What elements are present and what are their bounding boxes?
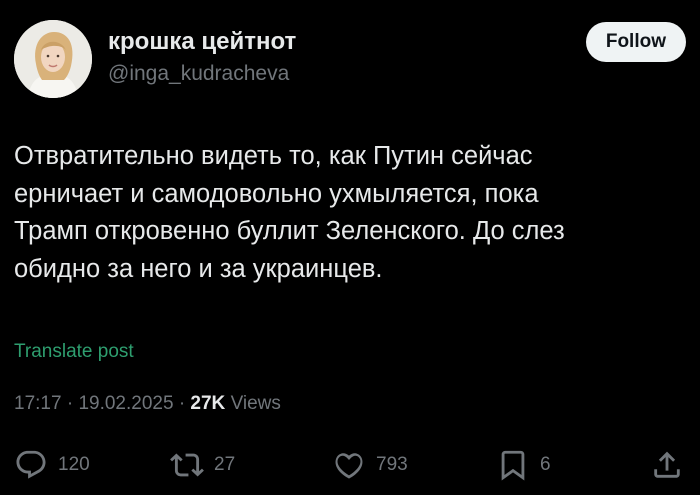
share-button[interactable] [650, 447, 684, 483]
bookmark-icon [496, 448, 530, 482]
translate-post-link[interactable]: Translate post [14, 341, 134, 363]
tweet-header: крошка цейтнот @inga_kudracheva Follow [14, 18, 686, 100]
tweet-text: Отвратительно видеть то, как Путин сейча… [14, 138, 686, 288]
reply-button[interactable]: 120 [14, 447, 90, 483]
separator: · [178, 393, 186, 414]
share-icon [650, 448, 684, 482]
like-count: 793 [376, 454, 408, 475]
bookmark-button[interactable]: 6 [496, 447, 551, 483]
separator: · [66, 393, 74, 414]
repost-button[interactable]: 27 [170, 447, 235, 483]
reply-icon [14, 448, 48, 482]
views-label: Views [230, 393, 281, 414]
like-button[interactable]: 793 [332, 447, 408, 483]
tweet-text-line: Трамп откровенно буллит Зеленского. До с… [14, 217, 565, 245]
post-time[interactable]: 17:17 [14, 393, 62, 414]
profile-photo-icon [14, 20, 92, 98]
tweet-text-line: Отвратительно видеть то, как Путин сейча… [14, 142, 533, 170]
tweet-meta: 17:17 · 19.02.2025 · 27K Views [14, 393, 281, 415]
heart-icon [332, 448, 366, 482]
display-name[interactable]: крошка цейтнот [108, 28, 296, 56]
follow-button[interactable]: Follow [585, 22, 686, 62]
handle[interactable]: @inga_kudracheva [108, 60, 296, 88]
author-names: крошка цейтнот @inga_kudracheva [108, 28, 296, 88]
tweet-text-line: обидно за него и за украинцев. [14, 254, 383, 283]
action-bar: 120 27 793 6 [14, 447, 686, 483]
repost-count: 27 [214, 454, 236, 475]
avatar[interactable] [14, 20, 92, 98]
tweet-text-line: ерничает и самодовольно ухмыляется, пока [14, 179, 539, 208]
bookmark-count: 6 [540, 454, 551, 475]
post-date[interactable]: 19.02.2025 [78, 393, 173, 414]
repost-icon [170, 448, 204, 482]
views-count: 27K [190, 393, 226, 414]
reply-count: 120 [58, 454, 90, 475]
